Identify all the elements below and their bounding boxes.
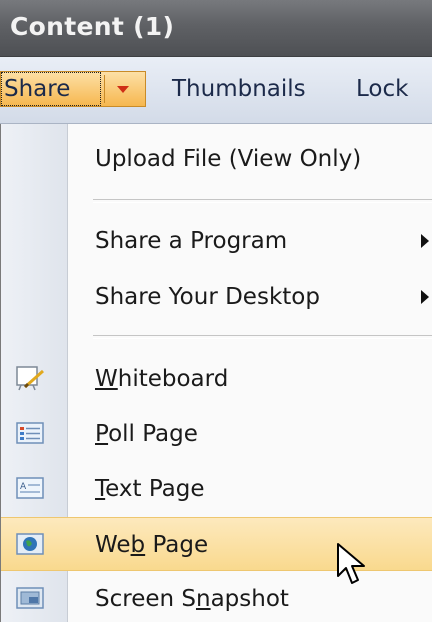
submenu-arrow-icon — [421, 234, 429, 248]
image-margin-bottom — [0, 622, 438, 629]
image-margin-right — [432, 0, 438, 629]
title-bar: Content (1) — [0, 0, 432, 57]
menu-item-label: Whiteboard — [95, 366, 229, 392]
menu-item-label: Share a Program — [95, 228, 288, 254]
svg-text:A: A — [20, 482, 27, 492]
menu-item-whiteboard[interactable]: Whiteboard — [1, 352, 432, 406]
content-panel: Content (1) Share Thumbnails Lock Upload… — [0, 0, 432, 622]
menu-item-share-desktop[interactable]: Share Your Desktop — [1, 270, 432, 324]
menu-item-label: Screen Snapshot — [95, 586, 289, 612]
text-page-icon: A — [15, 475, 45, 501]
menu-item-text-page[interactable]: A Text Page — [1, 462, 432, 516]
split-divider — [104, 75, 105, 103]
mouse-pointer-icon — [337, 543, 365, 584]
menu-item-label: Poll Page — [95, 421, 198, 447]
menu-item-upload-file[interactable]: Upload File (View Only) — [1, 132, 432, 186]
screen-snapshot-icon — [15, 585, 45, 611]
menu-item-label: Share Your Desktop — [95, 284, 320, 310]
menu-item-share-program[interactable]: Share a Program — [1, 214, 432, 268]
whiteboard-icon — [15, 365, 45, 391]
lock-button[interactable]: Lock — [356, 71, 408, 107]
chevron-down-icon[interactable] — [117, 86, 129, 93]
menu-separator — [93, 199, 432, 203]
menu-separator — [93, 335, 432, 339]
panel-title: Content (1) — [10, 12, 175, 41]
toolbar: Share Thumbnails Lock — [0, 57, 432, 124]
menu-item-label: Upload File (View Only) — [95, 146, 362, 172]
submenu-arrow-icon — [421, 290, 429, 304]
share-button[interactable]: Share — [1, 72, 101, 106]
menu-item-poll-page[interactable]: Poll Page — [1, 407, 432, 461]
thumbnails-button[interactable]: Thumbnails — [172, 71, 306, 107]
menu-item-label: Web Page — [95, 532, 209, 558]
poll-page-icon — [15, 420, 45, 446]
globe-icon — [15, 531, 45, 557]
share-split-button[interactable]: Share — [0, 71, 146, 107]
menu-item-label: Text Page — [95, 476, 205, 502]
